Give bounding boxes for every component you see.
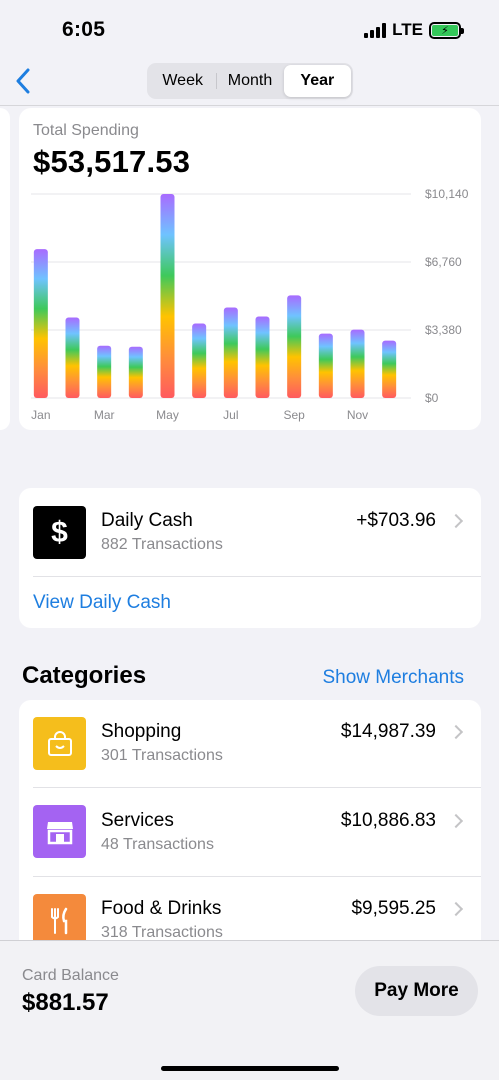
category-row-services[interactable]: Services 48 Transactions $10,886.83 [19,788,481,877]
battery-icon: ⚡ [429,21,464,39]
bar-may[interactable] [160,194,175,398]
card-balance-bar: Card Balance $881.57 Pay More [0,940,499,1080]
category-row-shopping[interactable]: Shopping 301 Transactions $14,987.39 [19,700,481,788]
chevron-right-icon [448,813,464,829]
bar-mar[interactable] [97,345,112,398]
status-bar: 6:05 LTE ⚡ [0,0,499,58]
segment-week[interactable]: Week [149,65,216,97]
shopping-bag-icon [33,717,86,770]
y-tick-label: $6,760 [425,255,462,269]
category-name: Shopping [101,721,182,742]
x-tick-label: Sep [283,408,305,422]
chevron-left-icon [16,68,30,94]
category-amount: $9,595.25 [351,898,436,919]
category-name: Food & Drinks [101,898,222,919]
category-amount: $10,886.83 [340,810,436,831]
daily-cash-card: $ Daily Cash 882 Transactions +$703.96 V… [19,488,481,628]
spending-chart-card[interactable]: Total Spending $53,517.53 $10,140 $6,760 $… [19,108,481,430]
home-indicator[interactable] [161,1066,339,1071]
y-tick-label: $3,380 [425,323,462,337]
bar-jun[interactable] [192,323,207,398]
network-type: LTE [392,20,423,39]
x-tick-label: Jan [31,408,50,422]
bar-aug[interactable] [255,316,270,398]
daily-cash-title: Daily Cash [101,510,193,531]
status-indicators: LTE ⚡ [364,20,464,40]
bar-nov[interactable] [350,329,365,398]
daily-cash-transactions: 882 Transactions [101,536,223,553]
segment-month[interactable]: Month [216,65,283,97]
category-amount: $14,987.39 [340,721,436,742]
category-transactions: 301 Transactions [101,747,223,764]
show-merchants-link[interactable]: Show Merchants [322,667,464,689]
categories-list: Shopping 301 Transactions $14,987.39 Ser… [19,700,481,970]
chevron-right-icon[interactable] [448,513,464,529]
bar-dec[interactable] [382,340,397,398]
x-tick-label: May [156,408,179,422]
period-segmented-control: Week Month Year [147,63,353,99]
divider [33,576,481,577]
bar-jul[interactable] [223,307,238,398]
card-balance-label: Card Balance [22,967,119,984]
chevron-right-icon [448,901,464,917]
categories-title: Categories [22,662,147,689]
signal-icon [364,22,387,38]
previous-card-peek [0,108,10,430]
x-tick-label: Mar [94,408,115,422]
segment-year[interactable]: Year [283,65,351,97]
nav-bar: Week Month Year [0,58,499,106]
chevron-right-icon [448,724,464,740]
category-transactions: 48 Transactions [101,836,214,853]
storefront-icon [33,805,86,858]
spending-bar-chart[interactable]: $10,140 $6,760 $3,380 $0 Jan Mar May Jul Sep Nov [19,108,481,430]
view-daily-cash-link[interactable]: View Daily Cash [33,592,171,614]
y-tick-label: $10,140 [425,187,469,201]
bar-apr[interactable] [128,346,143,398]
status-time: 6:05 [62,18,106,41]
bar-feb[interactable] [65,317,80,398]
category-name: Services [101,810,174,831]
pay-more-button[interactable]: Pay More [355,966,478,1016]
x-tick-label: Nov [347,408,368,422]
bar-sep[interactable] [287,295,302,398]
back-button[interactable] [8,64,38,98]
daily-cash-amount[interactable]: +$703.96 [356,510,436,532]
x-tick-label: Jul [223,408,238,422]
card-balance-value: $881.57 [22,989,109,1016]
bar-jan[interactable] [33,249,48,398]
y-tick-label: $0 [425,391,439,405]
bar-oct[interactable] [318,333,333,398]
dollar-icon: $ [33,506,86,559]
